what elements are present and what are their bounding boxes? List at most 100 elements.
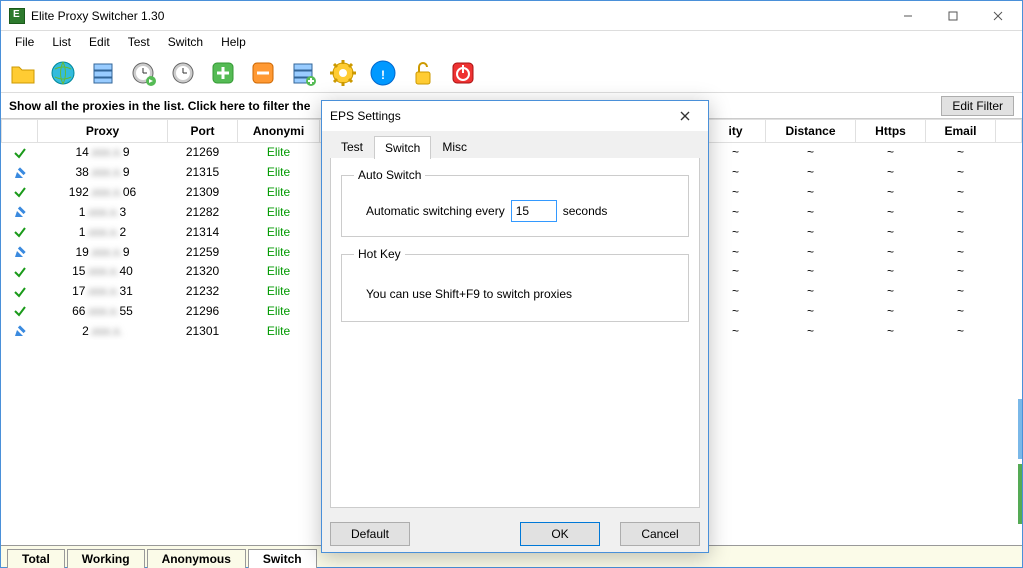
col-https[interactable]: Https bbox=[856, 120, 926, 143]
cell-anonymity: Elite bbox=[238, 281, 320, 301]
cell-proxy: 1.xxx.x.3 bbox=[38, 202, 168, 222]
cell-city: ~ bbox=[706, 281, 766, 301]
tab-page-switch: Auto Switch Automatic switching every se… bbox=[330, 158, 700, 508]
menu-help[interactable]: Help bbox=[213, 33, 254, 51]
tab-test[interactable]: Test bbox=[330, 135, 374, 158]
toolbar: ! bbox=[1, 53, 1022, 93]
minimize-button[interactable] bbox=[885, 1, 930, 30]
menu-switch[interactable]: Switch bbox=[160, 33, 211, 51]
col-anon[interactable]: Anonymi bbox=[238, 120, 320, 143]
add-icon[interactable] bbox=[207, 57, 239, 89]
dialog-title: EPS Settings bbox=[330, 109, 670, 123]
cell-email: ~ bbox=[926, 281, 996, 301]
col-status[interactable] bbox=[2, 120, 38, 143]
cell-anonymity: Elite bbox=[238, 222, 320, 242]
app-icon bbox=[9, 8, 25, 24]
cell-city: ~ bbox=[706, 143, 766, 163]
status-icon bbox=[2, 261, 38, 281]
cell-https: ~ bbox=[856, 301, 926, 321]
cell-distance: ~ bbox=[766, 222, 856, 242]
status-icon bbox=[2, 301, 38, 321]
col-port[interactable]: Port bbox=[168, 120, 238, 143]
lock-open-icon[interactable] bbox=[407, 57, 439, 89]
cell-proxy: 2.xxx.x. bbox=[38, 321, 168, 341]
edit-filter-button[interactable]: Edit Filter bbox=[941, 96, 1014, 116]
cell-email: ~ bbox=[926, 261, 996, 281]
col-city[interactable]: ity bbox=[706, 120, 766, 143]
status-icon bbox=[2, 281, 38, 301]
auto-switch-seconds-input[interactable] bbox=[511, 200, 557, 222]
titlebar: Elite Proxy Switcher 1.30 bbox=[1, 1, 1022, 31]
power-icon[interactable] bbox=[447, 57, 479, 89]
info-icon[interactable]: ! bbox=[367, 57, 399, 89]
hotkey-legend: Hot Key bbox=[354, 247, 405, 261]
cell-https: ~ bbox=[856, 162, 926, 182]
status-icon bbox=[2, 143, 38, 163]
cell-proxy: 192.xxx.x.06 bbox=[38, 182, 168, 202]
cancel-button[interactable]: Cancel bbox=[620, 522, 700, 546]
menu-edit[interactable]: Edit bbox=[81, 33, 118, 51]
ok-button[interactable]: OK bbox=[520, 522, 600, 546]
cell-distance: ~ bbox=[766, 242, 856, 262]
tab-switch[interactable]: Switch bbox=[248, 549, 317, 568]
cell-anonymity: Elite bbox=[238, 143, 320, 163]
dialog-tabstrip: Test Switch Misc bbox=[330, 135, 700, 159]
remove-icon[interactable] bbox=[247, 57, 279, 89]
tab-misc[interactable]: Misc bbox=[431, 135, 478, 158]
tab-anonymous[interactable]: Anonymous bbox=[147, 549, 246, 568]
dialog-close-button[interactable] bbox=[670, 102, 700, 130]
cell-city: ~ bbox=[706, 261, 766, 281]
cell-city: ~ bbox=[706, 182, 766, 202]
cell-email: ~ bbox=[926, 242, 996, 262]
cell-anonymity: Elite bbox=[238, 261, 320, 281]
scrollbar-marker[interactable] bbox=[1018, 464, 1022, 524]
cell-city: ~ bbox=[706, 301, 766, 321]
status-icon bbox=[2, 321, 38, 341]
tab-working[interactable]: Working bbox=[67, 549, 145, 568]
cell-proxy: 15.xxx.x.40 bbox=[38, 261, 168, 281]
close-button[interactable] bbox=[975, 1, 1020, 30]
cell-https: ~ bbox=[856, 242, 926, 262]
cell-port: 21296 bbox=[168, 301, 238, 321]
gear-icon[interactable] bbox=[327, 57, 359, 89]
cell-port: 21315 bbox=[168, 162, 238, 182]
window-title: Elite Proxy Switcher 1.30 bbox=[31, 9, 885, 23]
col-email[interactable]: Email bbox=[926, 120, 996, 143]
hotkey-text: You can use Shift+F9 to switch proxies bbox=[354, 279, 676, 307]
auto-switch-legend: Auto Switch bbox=[354, 168, 425, 182]
cell-distance: ~ bbox=[766, 202, 856, 222]
tab-switch-settings[interactable]: Switch bbox=[374, 136, 431, 159]
status-icon bbox=[2, 202, 38, 222]
cell-port: 21301 bbox=[168, 321, 238, 341]
cell-https: ~ bbox=[856, 261, 926, 281]
cell-anonymity: Elite bbox=[238, 321, 320, 341]
folder-icon[interactable] bbox=[7, 57, 39, 89]
cell-proxy: 38.xxx.x.9 bbox=[38, 162, 168, 182]
cell-anonymity: Elite bbox=[238, 182, 320, 202]
cell-email: ~ bbox=[926, 301, 996, 321]
clock-play-icon[interactable] bbox=[127, 57, 159, 89]
clock-pause-icon[interactable] bbox=[167, 57, 199, 89]
maximize-button[interactable] bbox=[930, 1, 975, 30]
tab-total[interactable]: Total bbox=[7, 549, 65, 568]
servers-icon[interactable] bbox=[87, 57, 119, 89]
cell-email: ~ bbox=[926, 162, 996, 182]
cell-email: ~ bbox=[926, 222, 996, 242]
menu-test[interactable]: Test bbox=[120, 33, 158, 51]
menu-file[interactable]: File bbox=[7, 33, 42, 51]
cell-city: ~ bbox=[706, 202, 766, 222]
cell-https: ~ bbox=[856, 202, 926, 222]
cell-city: ~ bbox=[706, 242, 766, 262]
cell-https: ~ bbox=[856, 182, 926, 202]
col-distance[interactable]: Distance bbox=[766, 120, 856, 143]
globe-icon[interactable] bbox=[47, 57, 79, 89]
col-proxy[interactable]: Proxy bbox=[38, 120, 168, 143]
default-button[interactable]: Default bbox=[330, 522, 410, 546]
menu-list[interactable]: List bbox=[44, 33, 79, 51]
cell-distance: ~ bbox=[766, 143, 856, 163]
cell-city: ~ bbox=[706, 321, 766, 341]
cell-anonymity: Elite bbox=[238, 301, 320, 321]
cell-anonymity: Elite bbox=[238, 162, 320, 182]
servers-alt-icon[interactable] bbox=[287, 57, 319, 89]
scrollbar-marker[interactable] bbox=[1018, 399, 1022, 459]
